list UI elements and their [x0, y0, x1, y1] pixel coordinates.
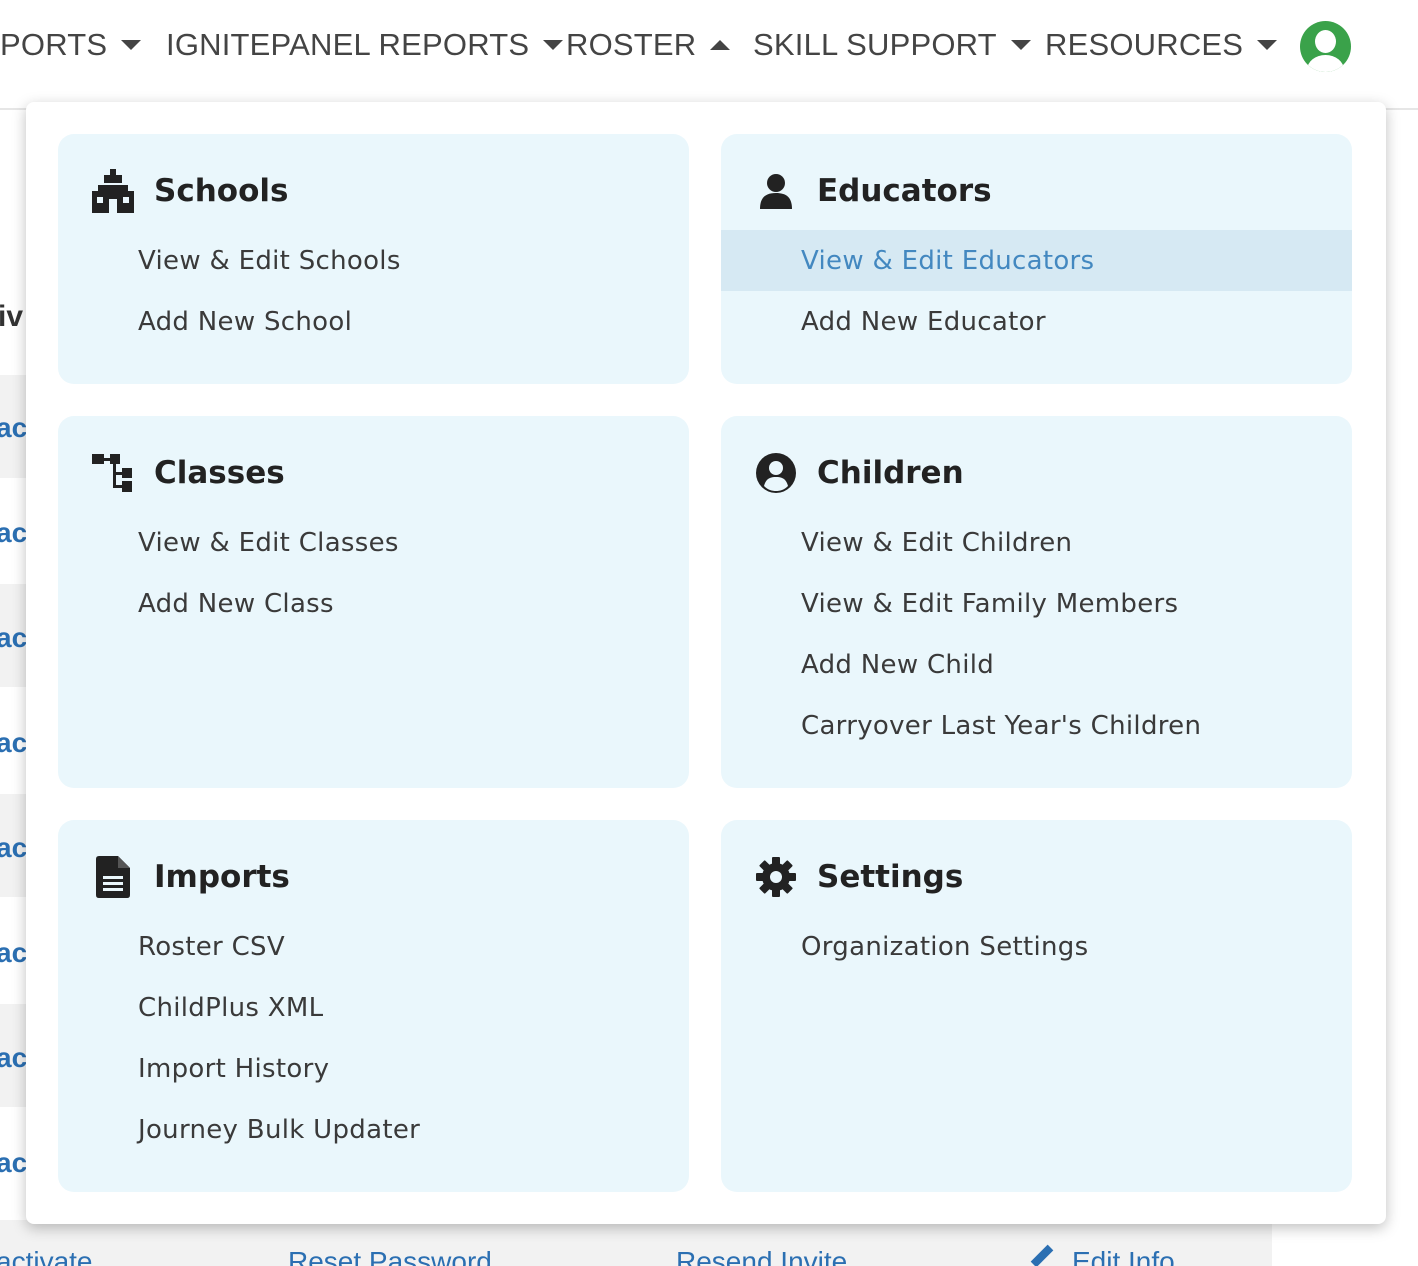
section-header: Schools [92, 169, 289, 213]
section-title: Educators [817, 173, 992, 209]
nav-item-resources[interactable]: RESOURCES [1045, 24, 1278, 66]
reset-password-link[interactable]: Reset Password [288, 1246, 492, 1266]
user-avatar-icon[interactable] [1300, 21, 1351, 72]
nav-item-label: RESOURCES [1045, 27, 1244, 62]
nav-item-label: IGNITEPANEL REPORTS [166, 27, 530, 62]
educators-section: Educators View & Edit Educators Add New … [721, 134, 1352, 384]
user-circle-icon [755, 452, 797, 494]
schools-section: Schools View & Edit Schools Add New Scho… [58, 134, 689, 384]
children-section: Children View & Edit Children View & Edi… [721, 416, 1352, 788]
view-edit-classes-link[interactable]: View & Edit Classes [58, 512, 689, 573]
section-title: Children [817, 455, 964, 491]
nav-item-label: PORTS [0, 27, 108, 62]
bg-heading-fragment: iv [0, 300, 24, 333]
view-edit-family-members-link[interactable]: View & Edit Family Members [721, 573, 1352, 634]
section-title: Classes [154, 455, 285, 491]
add-new-school-link[interactable]: Add New School [58, 291, 689, 352]
file-icon [92, 856, 134, 898]
settings-section: Settings Organization Settings [721, 820, 1352, 1192]
nav-item-ignitepanel-reports[interactable]: IGNITEPANEL REPORTS [166, 24, 564, 66]
nav-item-reports[interactable]: PORTS [0, 24, 142, 66]
add-new-child-link[interactable]: Add New Child [721, 634, 1352, 695]
add-new-educator-link[interactable]: Add New Educator [721, 291, 1352, 352]
view-edit-educators-link[interactable]: View & Edit Educators [721, 230, 1352, 291]
nav-item-label: ROSTER [566, 27, 697, 62]
gear-icon [755, 856, 797, 898]
imports-section: Imports Roster CSV ChildPlus XML Import … [58, 820, 689, 1192]
nav-item-label: SKILL SUPPORT [753, 27, 997, 62]
deactivate-link[interactable]: activate [0, 1246, 93, 1266]
section-title: Schools [154, 173, 289, 209]
section-header: Imports [92, 856, 290, 898]
childplus-xml-link[interactable]: ChildPlus XML [58, 977, 689, 1038]
nav-item-skill-support[interactable]: SKILL SUPPORT [753, 24, 1031, 66]
import-history-link[interactable]: Import History [58, 1038, 689, 1099]
section-title: Imports [154, 859, 290, 895]
edit-info-link[interactable]: Edit Info [1072, 1246, 1175, 1266]
section-header: Children [755, 452, 964, 494]
caret-down-icon [1010, 40, 1031, 50]
caret-down-icon [121, 40, 142, 50]
avatar-head [1315, 30, 1336, 53]
section-title: Settings [817, 859, 964, 895]
section-header: Educators [755, 170, 992, 212]
classes-section: Classes View & Edit Classes Add New Clas… [58, 416, 689, 788]
journey-bulk-updater-link[interactable]: Journey Bulk Updater [58, 1099, 689, 1160]
person-icon [755, 170, 797, 212]
view-edit-schools-link[interactable]: View & Edit Schools [58, 230, 689, 291]
section-header: Settings [755, 856, 963, 898]
caret-down-icon [1257, 40, 1278, 50]
top-navigation: PORTS IGNITEPANEL REPORTS ROSTER SKILL S… [0, 0, 1418, 110]
section-header: Classes [92, 452, 285, 494]
resend-invite-link[interactable]: Resend Invite [676, 1246, 847, 1266]
sitemap-icon [92, 452, 134, 494]
caret-up-icon [710, 40, 731, 50]
school-icon [92, 169, 134, 213]
carryover-children-link[interactable]: Carryover Last Year's Children [721, 695, 1352, 756]
roster-dropdown-menu: Schools View & Edit Schools Add New Scho… [26, 102, 1386, 1224]
view-edit-children-link[interactable]: View & Edit Children [721, 512, 1352, 573]
add-new-class-link[interactable]: Add New Class [58, 573, 689, 634]
avatar-body [1307, 55, 1344, 72]
bg-right-edge [1272, 1222, 1418, 1266]
caret-down-icon [543, 40, 564, 50]
nav-item-roster[interactable]: ROSTER [566, 24, 731, 66]
roster-csv-link[interactable]: Roster CSV [58, 916, 689, 977]
organization-settings-link[interactable]: Organization Settings [721, 916, 1352, 977]
